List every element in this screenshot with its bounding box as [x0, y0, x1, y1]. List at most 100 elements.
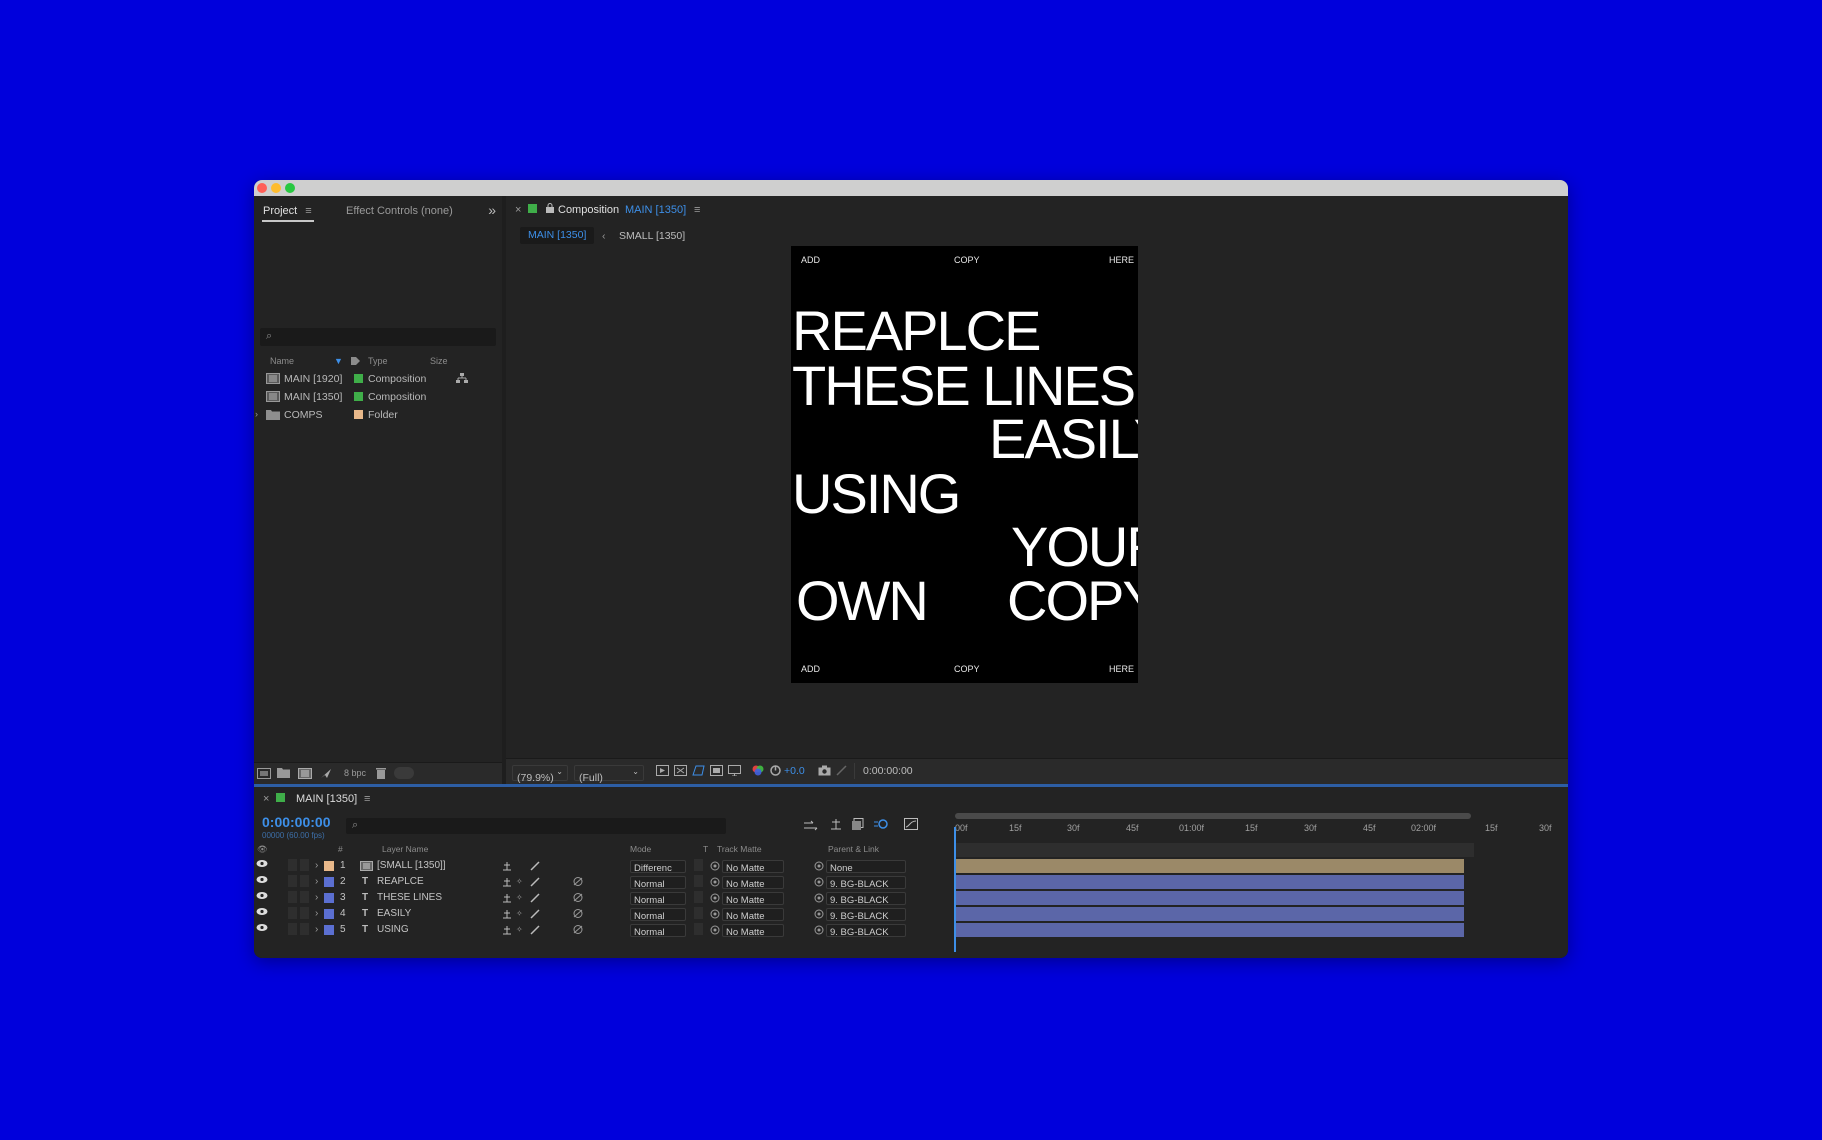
visibility-eye-icon[interactable] [256, 891, 268, 903]
motion-blur-switch-icon[interactable] [572, 924, 584, 938]
solo-toggle[interactable] [288, 859, 297, 871]
panel-menu-icon[interactable]: ≡ [305, 205, 311, 217]
proxy-toggle[interactable] [394, 767, 414, 779]
layer-label-swatch[interactable] [324, 925, 334, 935]
comp-current-time[interactable]: 0:00:00:00 [854, 763, 921, 779]
quality-switch-icon[interactable] [530, 909, 540, 922]
close-window-button[interactable] [257, 183, 267, 193]
expand-chevron-icon[interactable]: › [315, 908, 318, 919]
parent-pickwhip-icon[interactable] [814, 861, 824, 874]
shy-switch-icon[interactable] [502, 861, 512, 874]
interpret-footage-icon[interactable] [257, 768, 271, 781]
visibility-eye-icon[interactable] [256, 859, 268, 871]
trash-icon[interactable] [376, 768, 386, 781]
shy-switch-icon[interactable] [502, 877, 512, 890]
motion-blur-switch-icon[interactable] [572, 892, 584, 906]
layer-duration-bar[interactable] [954, 891, 1464, 905]
layer-label-swatch[interactable] [324, 909, 334, 919]
blend-mode-dropdown[interactable]: Normal [630, 876, 686, 890]
lock-toggle[interactable] [300, 923, 309, 935]
shy-switch-icon[interactable] [502, 925, 512, 938]
grid-and-guides-icon[interactable] [728, 765, 741, 779]
layer-label-swatch[interactable] [324, 877, 334, 887]
time-ruler[interactable]: 00f 15f 30f 45f 01:00f 15f 30f 45f 02:00… [951, 813, 1552, 843]
close-panel-icon[interactable]: × [263, 793, 269, 805]
lock-toggle[interactable] [300, 907, 309, 919]
layer-name[interactable]: EASILY [377, 908, 411, 919]
composition-mini-flowchart-icon[interactable] [804, 818, 818, 836]
parent-link-dropdown[interactable]: 9. BG-BLACK [826, 924, 906, 938]
track-matte-dropdown[interactable]: No Matte [722, 908, 784, 922]
panel-menu-icon[interactable]: ≡ [694, 204, 700, 216]
composition-viewer[interactable]: ADD COPY HERE REAPLCE THESE LINES EASILY… [506, 246, 1568, 758]
project-item[interactable]: MAIN [1920] Composition [254, 370, 502, 388]
preserve-transparency-toggle[interactable] [694, 907, 703, 919]
track-matte-pickwhip-icon[interactable] [710, 861, 720, 874]
shy-switch-icon[interactable] [502, 893, 512, 906]
fast-previews-icon[interactable] [656, 765, 669, 779]
motion-blur-icon[interactable] [874, 817, 888, 835]
layer-row[interactable]: › 2 T REAPLCE ✧ Normal No Matte 9. BG-BLACK [254, 874, 954, 890]
shy-layers-icon[interactable] [852, 817, 865, 835]
track-matte-pickwhip-icon[interactable] [710, 877, 720, 890]
resolution-dropdown[interactable]: (Full) ⌄ [574, 765, 644, 784]
lock-toggle[interactable] [300, 875, 309, 887]
solo-toggle[interactable] [288, 923, 297, 935]
lock-icon[interactable] [546, 203, 554, 216]
blend-mode-dropdown[interactable]: Normal [630, 892, 686, 906]
graph-editor-icon[interactable] [904, 817, 918, 835]
timeline-comp-name[interactable]: MAIN [1350] [296, 793, 357, 805]
draft-3d-icon[interactable] [829, 817, 843, 835]
preserve-transparency-toggle[interactable] [694, 875, 703, 887]
project-item[interactable]: › COMPS Folder [254, 406, 502, 424]
composition-canvas[interactable]: ADD COPY HERE REAPLCE THESE LINES EASILY… [791, 246, 1138, 683]
chevron-left-icon[interactable]: ‹ [602, 230, 606, 242]
blend-mode-dropdown[interactable]: Normal [630, 908, 686, 922]
solo-toggle[interactable] [288, 875, 297, 887]
layer-name[interactable]: [SMALL [1350]] [377, 860, 446, 871]
layer-label-swatch[interactable] [324, 861, 334, 871]
parent-link-dropdown[interactable]: None [826, 860, 906, 874]
layer-name[interactable]: USING [377, 924, 409, 935]
parent-pickwhip-icon[interactable] [814, 909, 824, 922]
reset-exposure-icon[interactable] [770, 765, 781, 779]
blend-mode-dropdown[interactable]: Differenc [630, 860, 686, 874]
track-matte-pickwhip-icon[interactable] [710, 925, 720, 938]
transparency-grid-icon[interactable] [674, 765, 687, 779]
show-snapshot-icon[interactable] [836, 765, 847, 779]
parent-link-dropdown[interactable]: 9. BG-BLACK [826, 908, 906, 922]
magnification-dropdown[interactable]: (79.9%) ⌄ [512, 765, 568, 784]
collapse-switch-icon[interactable]: ✧ [516, 893, 523, 902]
track-matte-dropdown[interactable]: No Matte [722, 860, 784, 874]
tab-effect-controls[interactable]: Effect Controls (none) [346, 205, 453, 217]
channel-icon[interactable] [752, 765, 764, 779]
region-of-interest-icon[interactable] [710, 765, 723, 779]
label-color-swatch[interactable] [354, 374, 363, 383]
preserve-transparency-toggle[interactable] [694, 859, 703, 871]
tab-main-1350[interactable]: MAIN [1350] [520, 227, 595, 244]
panel-menu-icon[interactable]: ≡ [364, 793, 370, 805]
collapse-switch-icon[interactable]: ✧ [516, 925, 523, 934]
quality-switch-icon[interactable] [530, 861, 540, 874]
project-bpc[interactable]: 8 bpc [344, 768, 366, 778]
layer-row[interactable]: › 1 [SMALL [1350]] Differenc No Matte None [254, 858, 954, 874]
current-time-indicator[interactable] [954, 827, 956, 952]
visibility-eye-icon[interactable] [256, 923, 268, 935]
preserve-transparency-toggle[interactable] [694, 891, 703, 903]
new-composition-icon[interactable] [298, 768, 312, 781]
adobe-media-encoder-icon[interactable] [320, 768, 332, 781]
solo-toggle[interactable] [288, 891, 297, 903]
work-area-bar[interactable] [955, 813, 1471, 819]
parent-pickwhip-icon[interactable] [814, 893, 824, 906]
track-matte-pickwhip-icon[interactable] [710, 909, 720, 922]
track-matte-dropdown[interactable]: No Matte [722, 892, 784, 906]
motion-blur-switch-icon[interactable] [572, 908, 584, 922]
layer-duration-bar[interactable] [954, 923, 1464, 937]
close-panel-icon[interactable]: × [515, 204, 521, 216]
column-type[interactable]: Type [368, 356, 388, 366]
visibility-eye-icon[interactable] [256, 875, 268, 887]
expand-chevron-icon[interactable]: › [315, 860, 318, 871]
layer-label-swatch[interactable] [324, 893, 334, 903]
label-color-swatch[interactable] [354, 410, 363, 419]
layer-name[interactable]: REAPLCE [377, 876, 424, 887]
